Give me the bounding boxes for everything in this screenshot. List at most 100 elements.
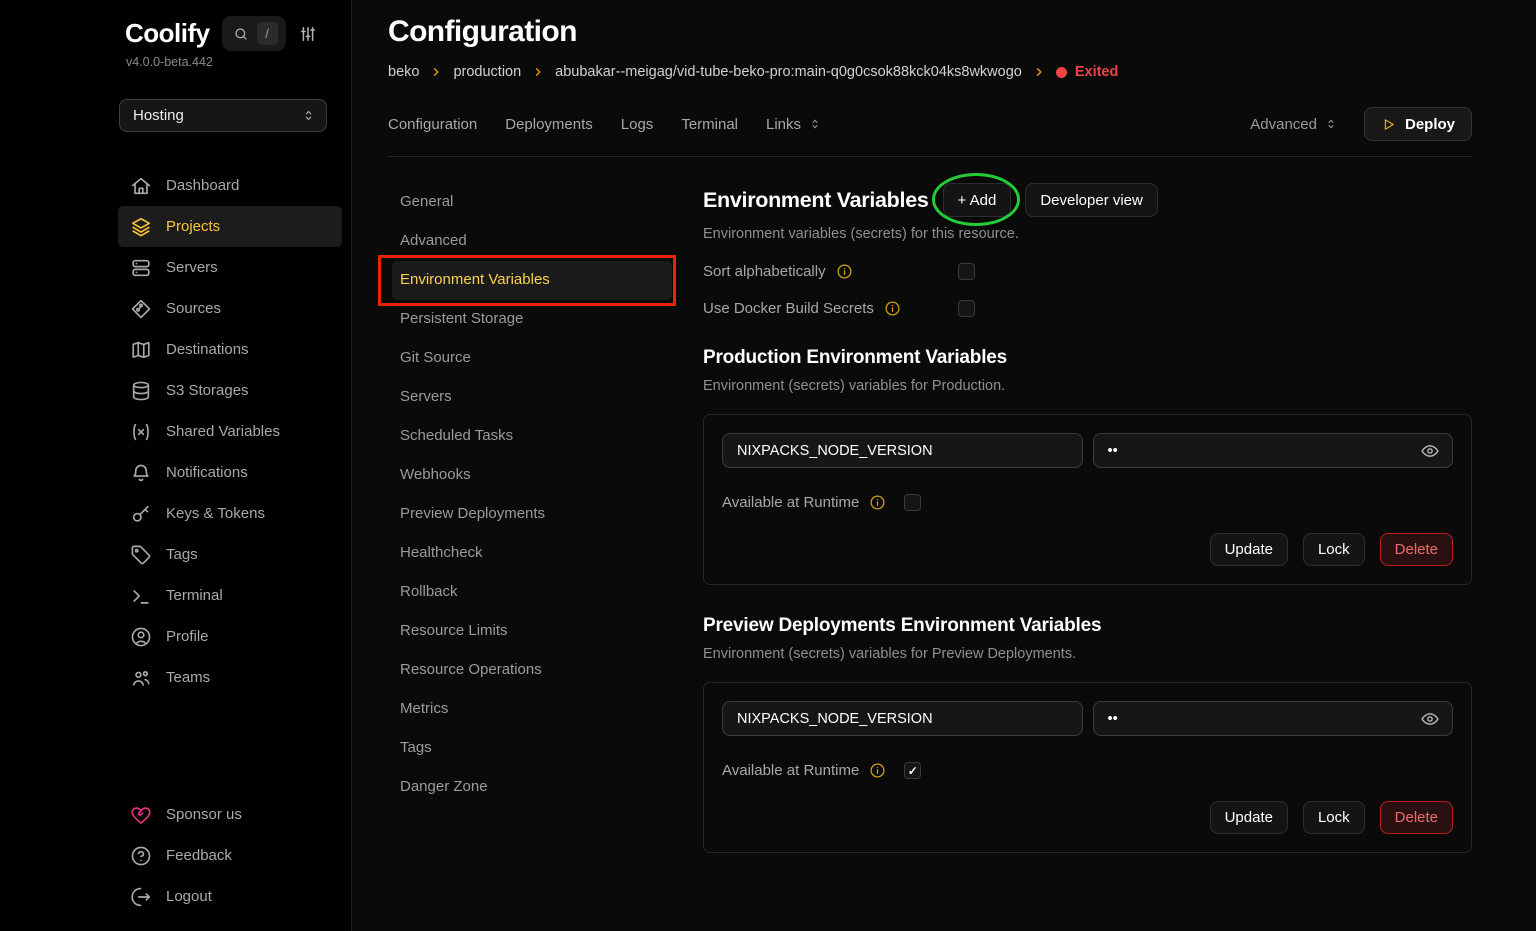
delete-button[interactable]: Delete	[1380, 801, 1453, 834]
breadcrumb-environment[interactable]: production	[453, 64, 521, 80]
app-logo[interactable]: Coolify	[125, 18, 210, 49]
server-icon	[130, 257, 152, 279]
tag-icon	[130, 544, 152, 566]
reveal-value-button[interactable]	[1420, 441, 1440, 461]
variable-key-input[interactable]	[735, 442, 1070, 460]
subnav-item-healthcheck[interactable]: Healthcheck	[392, 534, 672, 573]
git-source-icon	[130, 298, 152, 320]
preview-variable-card: Available at Runtime Update Lock Delete	[703, 682, 1472, 853]
available-at-runtime-checkbox[interactable]	[904, 762, 921, 779]
sidebar-item-logout[interactable]: Logout	[118, 876, 342, 917]
subnav-item-git-source[interactable]: Git Source	[392, 339, 672, 378]
sort-alphabetically-row: Sort alphabetically	[703, 263, 975, 280]
sidebar-item-label: Terminal	[166, 587, 223, 604]
users-icon	[130, 667, 152, 689]
eye-icon	[1420, 709, 1440, 729]
subnav-item-persistent-storage[interactable]: Persistent Storage	[392, 300, 672, 339]
toggle-label: Sort alphabetically	[703, 263, 826, 280]
add-button[interactable]: + Add	[943, 183, 1012, 217]
subnav-item-resource-limits[interactable]: Resource Limits	[392, 612, 672, 651]
tab-links-dropdown[interactable]: Links	[766, 116, 822, 133]
subnav-item-advanced[interactable]: Advanced	[392, 222, 672, 261]
coolify-app-window: Coolify / v4.0.0-beta.442 Hosting Dashbo…	[0, 0, 1536, 931]
docker-build-secrets-checkbox[interactable]	[958, 300, 975, 317]
main-area: Configuration beko production abubakar--…	[352, 0, 1536, 931]
layers-icon	[130, 216, 152, 238]
chevron-right-icon	[1033, 66, 1045, 78]
sidebar-item-servers[interactable]: Servers	[118, 247, 342, 288]
sidebar-item-label: Dashboard	[166, 177, 239, 194]
env-vars-header: Environment Variables + Add Developer vi…	[703, 183, 1472, 217]
update-button[interactable]: Update	[1210, 801, 1288, 834]
update-button[interactable]: Update	[1210, 533, 1288, 566]
subnav-item-environment-variables[interactable]: Environment Variables	[392, 261, 672, 300]
info-icon[interactable]	[836, 263, 853, 280]
sidebar-item-shared-variables[interactable]: Shared Variables	[118, 411, 342, 452]
subnav-item-servers[interactable]: Servers	[392, 378, 672, 417]
sidebar-item-projects[interactable]: Projects	[118, 206, 342, 247]
subnav-item-preview-deployments[interactable]: Preview Deployments	[392, 495, 672, 534]
advanced-dropdown[interactable]: Advanced	[1250, 116, 1338, 133]
available-at-runtime-checkbox[interactable]	[904, 494, 921, 511]
lock-button[interactable]: Lock	[1303, 533, 1365, 566]
info-icon[interactable]	[869, 494, 886, 511]
subnav-item-webhooks[interactable]: Webhooks	[392, 456, 672, 495]
sidebar-item-feedback[interactable]: Feedback	[118, 835, 342, 876]
reveal-value-button[interactable]	[1420, 709, 1440, 729]
variable-icon	[130, 421, 152, 443]
sidebar-item-label: S3 Storages	[166, 382, 249, 399]
sidebar-item-notifications[interactable]: Notifications	[118, 452, 342, 493]
chevron-right-icon	[430, 66, 442, 78]
subnav-item-metrics[interactable]: Metrics	[392, 690, 672, 729]
help-circle-icon	[130, 845, 152, 867]
sidebar-item-tags[interactable]: Tags	[118, 534, 342, 575]
sort-alphabetically-checkbox[interactable]	[958, 263, 975, 280]
sidebar-item-teams[interactable]: Teams	[118, 657, 342, 698]
tab-logs[interactable]: Logs	[621, 116, 654, 133]
sidebar-item-sponsor-us[interactable]: Sponsor us	[118, 794, 342, 835]
sidebar-item-terminal[interactable]: Terminal	[118, 575, 342, 616]
sidebar-item-profile[interactable]: Profile	[118, 616, 342, 657]
sidebar-item-label: Tags	[166, 546, 198, 563]
team-select-value: Hosting	[133, 107, 184, 124]
team-select[interactable]: Hosting	[119, 99, 327, 132]
breadcrumb-resource[interactable]: abubakar--meigag/vid-tube-beko-pro:main-…	[555, 64, 1022, 80]
sidebar-item-label: Destinations	[166, 341, 249, 358]
variable-value-input[interactable]	[1106, 442, 1421, 460]
sidebar-item-s3-storages[interactable]: S3 Storages	[118, 370, 342, 411]
subnav-item-tags[interactable]: Tags	[392, 729, 672, 768]
runtime-label: Available at Runtime	[722, 762, 859, 779]
variable-value-field	[1093, 433, 1454, 468]
home-icon	[130, 175, 152, 197]
tab-configuration[interactable]: Configuration	[388, 116, 477, 133]
sidebar-item-dashboard[interactable]: Dashboard	[118, 165, 342, 206]
info-icon[interactable]	[884, 300, 901, 317]
breadcrumb-project[interactable]: beko	[388, 64, 419, 80]
tab-terminal[interactable]: Terminal	[681, 116, 738, 133]
info-icon[interactable]	[869, 762, 886, 779]
subnav-item-resource-operations[interactable]: Resource Operations	[392, 651, 672, 690]
search-button[interactable]: /	[222, 16, 286, 51]
preview-section-title: Preview Deployments Environment Variable…	[703, 615, 1472, 637]
delete-button[interactable]: Delete	[1380, 533, 1453, 566]
developer-view-button[interactable]: Developer view	[1025, 183, 1158, 217]
variable-value-input[interactable]	[1106, 710, 1421, 728]
sidebar-item-label: Projects	[166, 218, 220, 235]
variable-key-input[interactable]	[735, 710, 1070, 728]
lock-button[interactable]: Lock	[1303, 801, 1365, 834]
subnav-item-rollback[interactable]: Rollback	[392, 573, 672, 612]
subnav-item-scheduled-tasks[interactable]: Scheduled Tasks	[392, 417, 672, 456]
section-heading: Environment Variables	[703, 188, 929, 213]
filter-sliders-button[interactable]	[298, 24, 318, 44]
logout-icon	[130, 886, 152, 908]
sidebar-item-sources[interactable]: Sources	[118, 288, 342, 329]
tab-bar: Configuration Deployments Logs Terminal …	[388, 107, 1472, 157]
sidebar-item-keys-tokens[interactable]: Keys & Tokens	[118, 493, 342, 534]
sidebar-nav: Dashboard Projects Servers Sources Desti…	[118, 165, 342, 698]
subnav-item-danger-zone[interactable]: Danger Zone	[392, 768, 672, 807]
subnav-item-general[interactable]: General	[392, 183, 672, 222]
tab-deployments[interactable]: Deployments	[505, 116, 593, 133]
deploy-button[interactable]: Deploy	[1364, 107, 1472, 141]
sidebar-item-destinations[interactable]: Destinations	[118, 329, 342, 370]
sidebar-item-label: Notifications	[166, 464, 248, 481]
